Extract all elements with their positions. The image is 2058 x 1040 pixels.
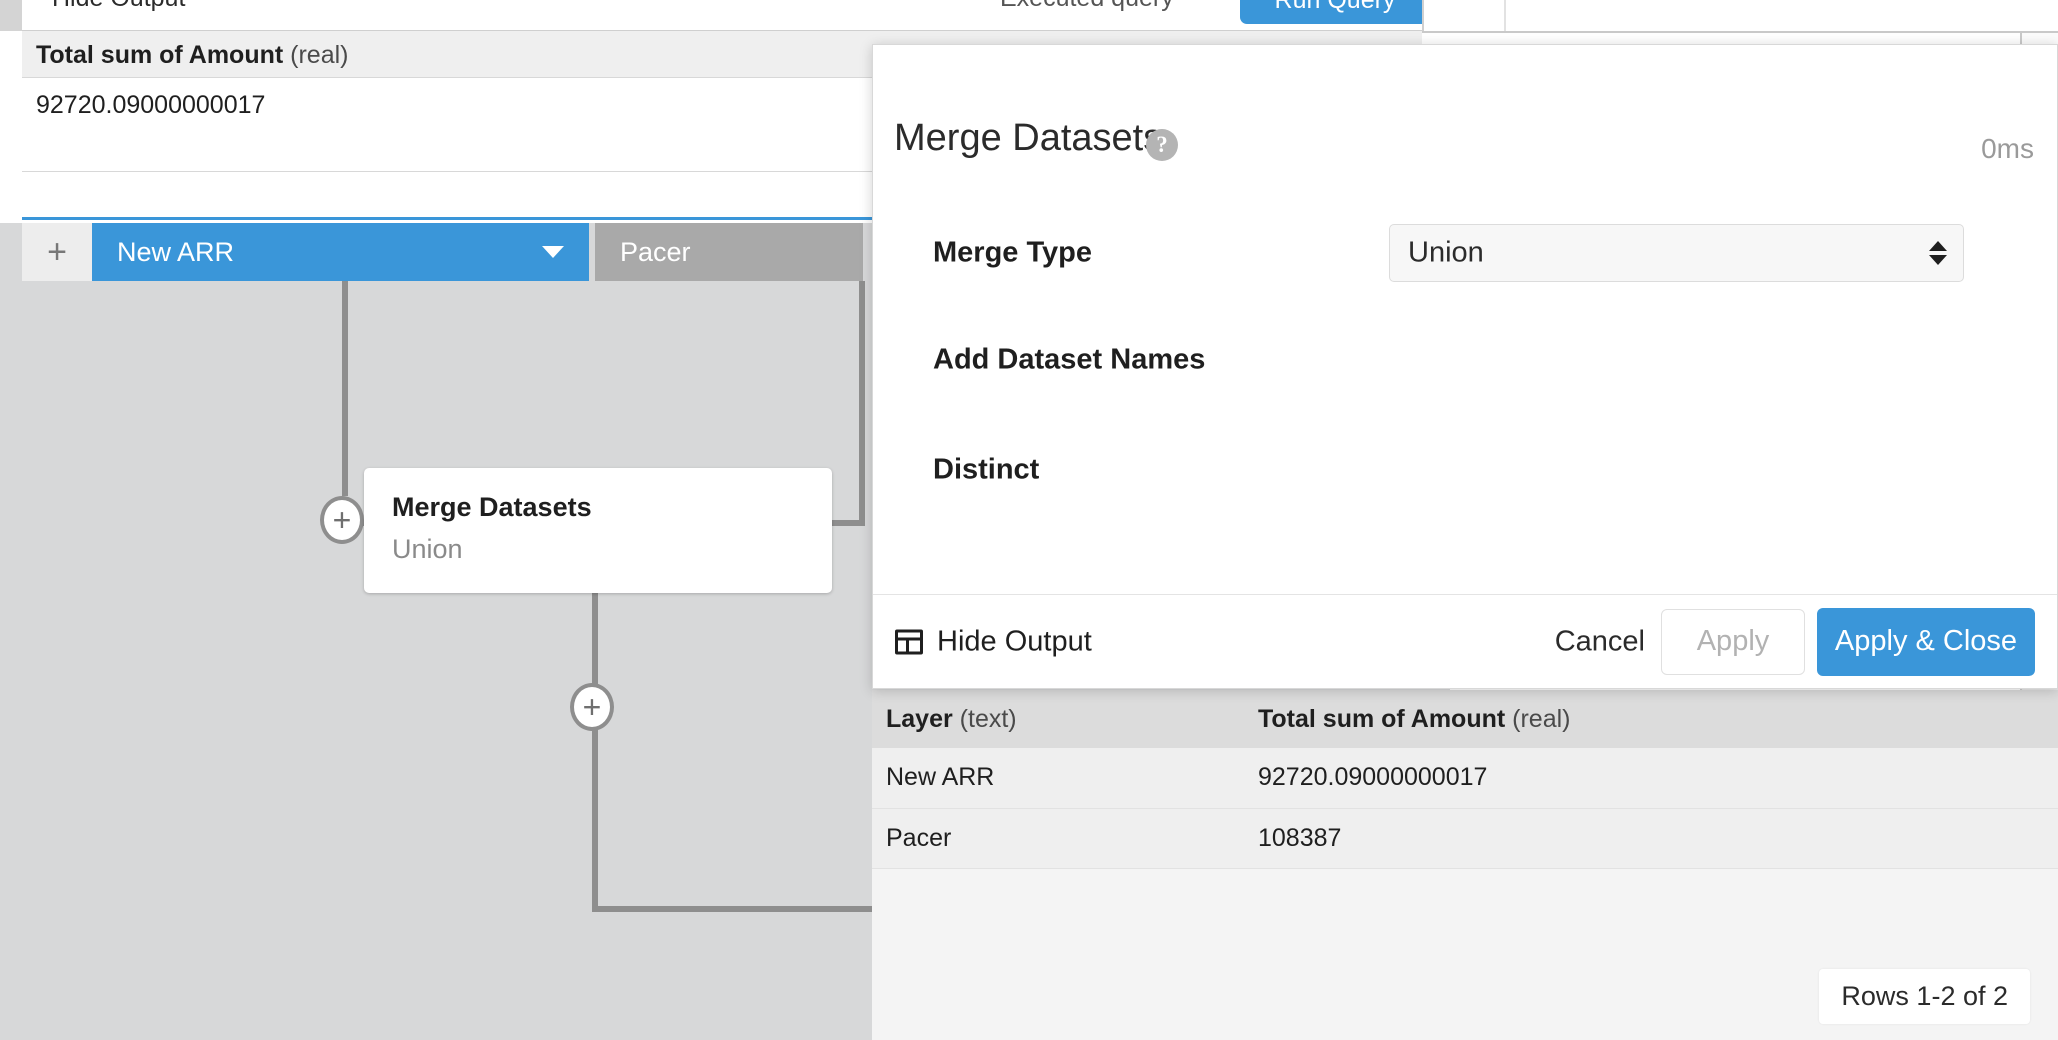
apply-and-close-button[interactable]: Apply & Close [1817, 607, 2035, 676]
caret-down-icon [1929, 255, 1947, 265]
results-col-header-layer-name: Layer [886, 704, 953, 733]
form-row-add-dataset-names: Add Dataset Names ✓ [873, 330, 2057, 390]
modal-timing-label: 0ms [1981, 133, 2034, 164]
cancel-button[interactable]: Cancel [1555, 625, 1645, 658]
results-panel: Layer (text) Total sum of Amount (real) … [872, 690, 2058, 1040]
toolbar-right-rule [1422, 31, 2058, 33]
plus-icon: + [47, 233, 67, 271]
results-table: Layer (text) Total sum of Amount (real) … [872, 690, 2058, 869]
results-col-header-total-type: (real) [1512, 704, 1571, 733]
modal-body: Merge Type Union Add Dataset Names ✓ Dis… [873, 165, 2057, 640]
modal-hide-output-label: Hide Output [937, 625, 1092, 657]
results-col-header-total[interactable]: Total sum of Amount (real) [1244, 690, 2058, 748]
caret-up-icon [1929, 241, 1947, 251]
form-row-merge-type: Merge Type Union [873, 223, 2057, 283]
help-circle-icon[interactable]: ? [1146, 129, 1178, 161]
flow-card-title: Merge Datasets [392, 492, 592, 522]
rows-count-badge: Rows 1-2 of 2 [1819, 969, 2030, 1024]
executed-query-label: Executed query [1000, 0, 1174, 13]
join-node-lower[interactable]: + [570, 683, 614, 731]
dataset-tab-pacer[interactable]: Pacer [595, 223, 863, 281]
label-distinct: Distinct [933, 453, 1040, 486]
chevron-down-icon[interactable] [542, 246, 564, 258]
results-col-header-layer-type: (text) [959, 704, 1017, 733]
merge-datasets-modal: Merge Datasets ? 0ms Merge Type Union Ad… [872, 44, 2058, 689]
results-col-header-layer[interactable]: Layer (text) [872, 690, 1244, 748]
output-toolbar: Hide Output Executed query Run Query [22, 0, 1430, 31]
plus-icon: + [582, 689, 602, 725]
background-grid-header-name: Total sum of Amount [36, 41, 284, 69]
add-dataset-tab-button[interactable]: + [22, 223, 92, 281]
strip-divider-2 [1504, 0, 1506, 31]
sort-updown-icon[interactable] [1929, 241, 1947, 265]
background-grid-header-type: (real) [290, 41, 349, 69]
connector-new-arr-vertical [342, 281, 348, 496]
modal-header: Merge Datasets ? 0ms [873, 45, 2057, 165]
table-icon [895, 629, 923, 654]
background-grid-value: 92720.09000000017 [36, 91, 266, 119]
dataset-tab-new-arr[interactable]: New ARR [92, 223, 589, 281]
flow-card-merge-datasets[interactable]: Merge Datasets Union [364, 468, 832, 593]
cell-layer: New ARR [872, 748, 1244, 809]
form-row-distinct: Distinct [873, 440, 2057, 500]
apply-button[interactable]: Apply [1661, 608, 1805, 675]
plus-icon: + [332, 502, 352, 538]
join-node-upper[interactable]: + [320, 496, 364, 544]
merge-type-select[interactable]: Union [1389, 224, 1964, 282]
toolbar-right-strip [1422, 0, 2058, 31]
cell-total: 92720.09000000017 [1244, 748, 2058, 809]
label-merge-type: Merge Type [933, 236, 1093, 269]
connector-card-to-output [592, 707, 598, 911]
dataset-tab-new-arr-label: New ARR [117, 236, 235, 267]
results-col-header-total-name: Total sum of Amount [1258, 704, 1506, 733]
modal-hide-output-toggle[interactable]: Hide Output [895, 625, 1092, 658]
background-grid-header-cell: Total sum of Amount (real) [36, 41, 349, 70]
merge-type-select-value: Union [1408, 236, 1484, 269]
table-row[interactable]: New ARR 92720.09000000017 [872, 748, 2058, 809]
left-rail [0, 0, 22, 31]
modal-footer: Hide Output Cancel Apply Apply & Close [873, 594, 2057, 688]
cell-total: 108387 [1244, 808, 2058, 869]
connector-pacer-vertical [859, 281, 865, 526]
label-add-dataset-names: Add Dataset Names [933, 343, 1206, 376]
cell-layer: Pacer [872, 808, 1244, 869]
run-query-button[interactable]: Run Query [1240, 0, 1430, 24]
strip-divider-1 [1422, 0, 1424, 31]
dataset-tab-pacer-label: Pacer [620, 236, 691, 267]
flow-card-subtitle: Union [392, 534, 463, 564]
results-table-header-row: Layer (text) Total sum of Amount (real) [872, 690, 2058, 748]
app-root: Hide Output Executed query Run Query Tot… [0, 0, 2058, 1040]
toolbar-hide-output-label[interactable]: Hide Output [52, 0, 185, 13]
page-title: Merge Datasets [894, 117, 1163, 159]
table-row[interactable]: Pacer 108387 [872, 808, 2058, 869]
